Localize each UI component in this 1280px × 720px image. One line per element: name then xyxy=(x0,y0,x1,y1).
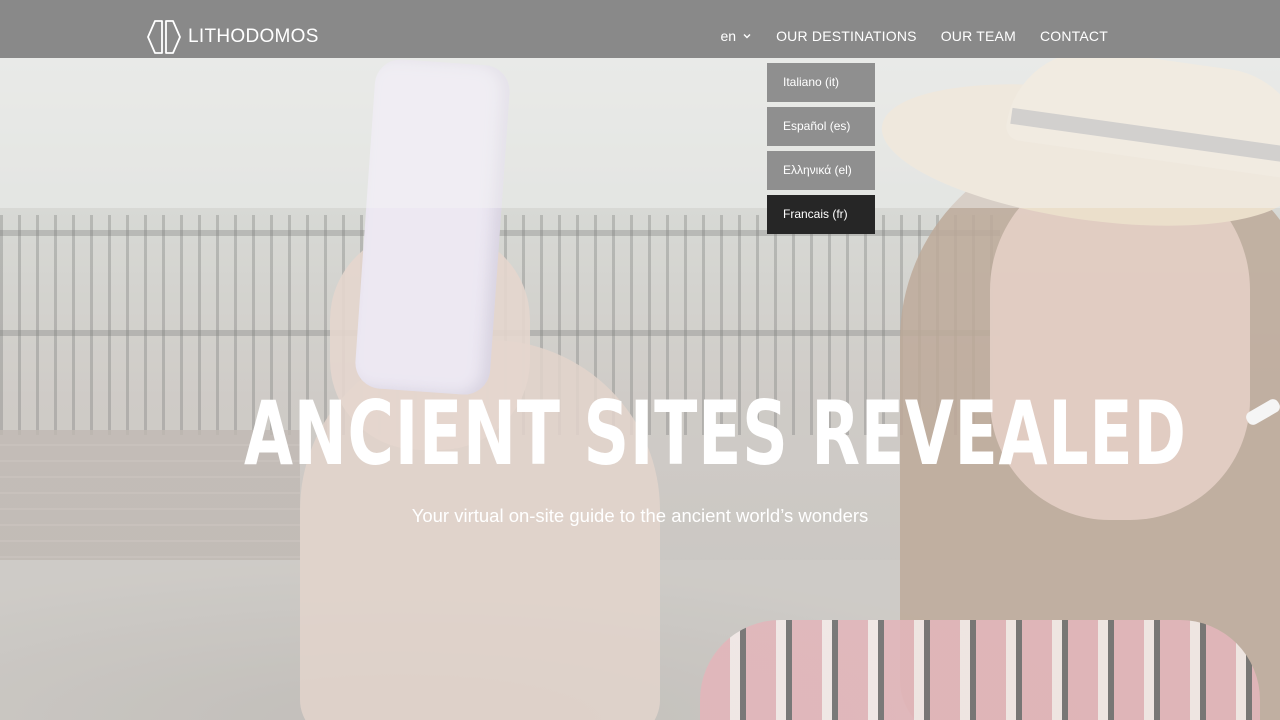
hero-headline-container: ANCIENT SITES REVEALED xyxy=(244,382,1187,486)
hero-headline: ANCIENT SITES REVEALED xyxy=(244,382,1187,485)
nav-our-team[interactable]: OUR TEAM xyxy=(941,28,1016,44)
top-overlay-band xyxy=(0,58,1280,208)
hero-background xyxy=(0,0,1280,720)
brand-link[interactable]: LITHODOMOS xyxy=(147,20,319,54)
nav-contact[interactable]: CONTACT xyxy=(1040,28,1108,44)
top-navbar: LITHODOMOS en OUR DESTINATIONS OUR TEAM … xyxy=(0,0,1280,58)
language-option-espanol[interactable]: Español (es) xyxy=(767,107,875,146)
current-language: en xyxy=(720,28,737,44)
nav-our-destinations[interactable]: OUR DESTINATIONS xyxy=(776,28,917,44)
language-option-italiano[interactable]: Italiano (it) xyxy=(767,63,875,102)
language-toggle[interactable]: en xyxy=(721,28,753,44)
lithodomos-logo-icon xyxy=(147,20,181,54)
hero-subline: Your virtual on-site guide to the ancien… xyxy=(411,505,869,526)
chevron-down-icon xyxy=(743,34,751,39)
language-dropdown: Italiano (it) Español (es) Ελληνικά (el)… xyxy=(767,63,875,239)
language-option-francais[interactable]: Francais (fr) xyxy=(767,195,875,234)
main-nav: en OUR DESTINATIONS OUR TEAM CONTACT xyxy=(721,28,1108,44)
language-option-greek[interactable]: Ελληνικά (el) xyxy=(767,151,875,190)
brand-name: LITHODOMOS xyxy=(188,26,319,47)
